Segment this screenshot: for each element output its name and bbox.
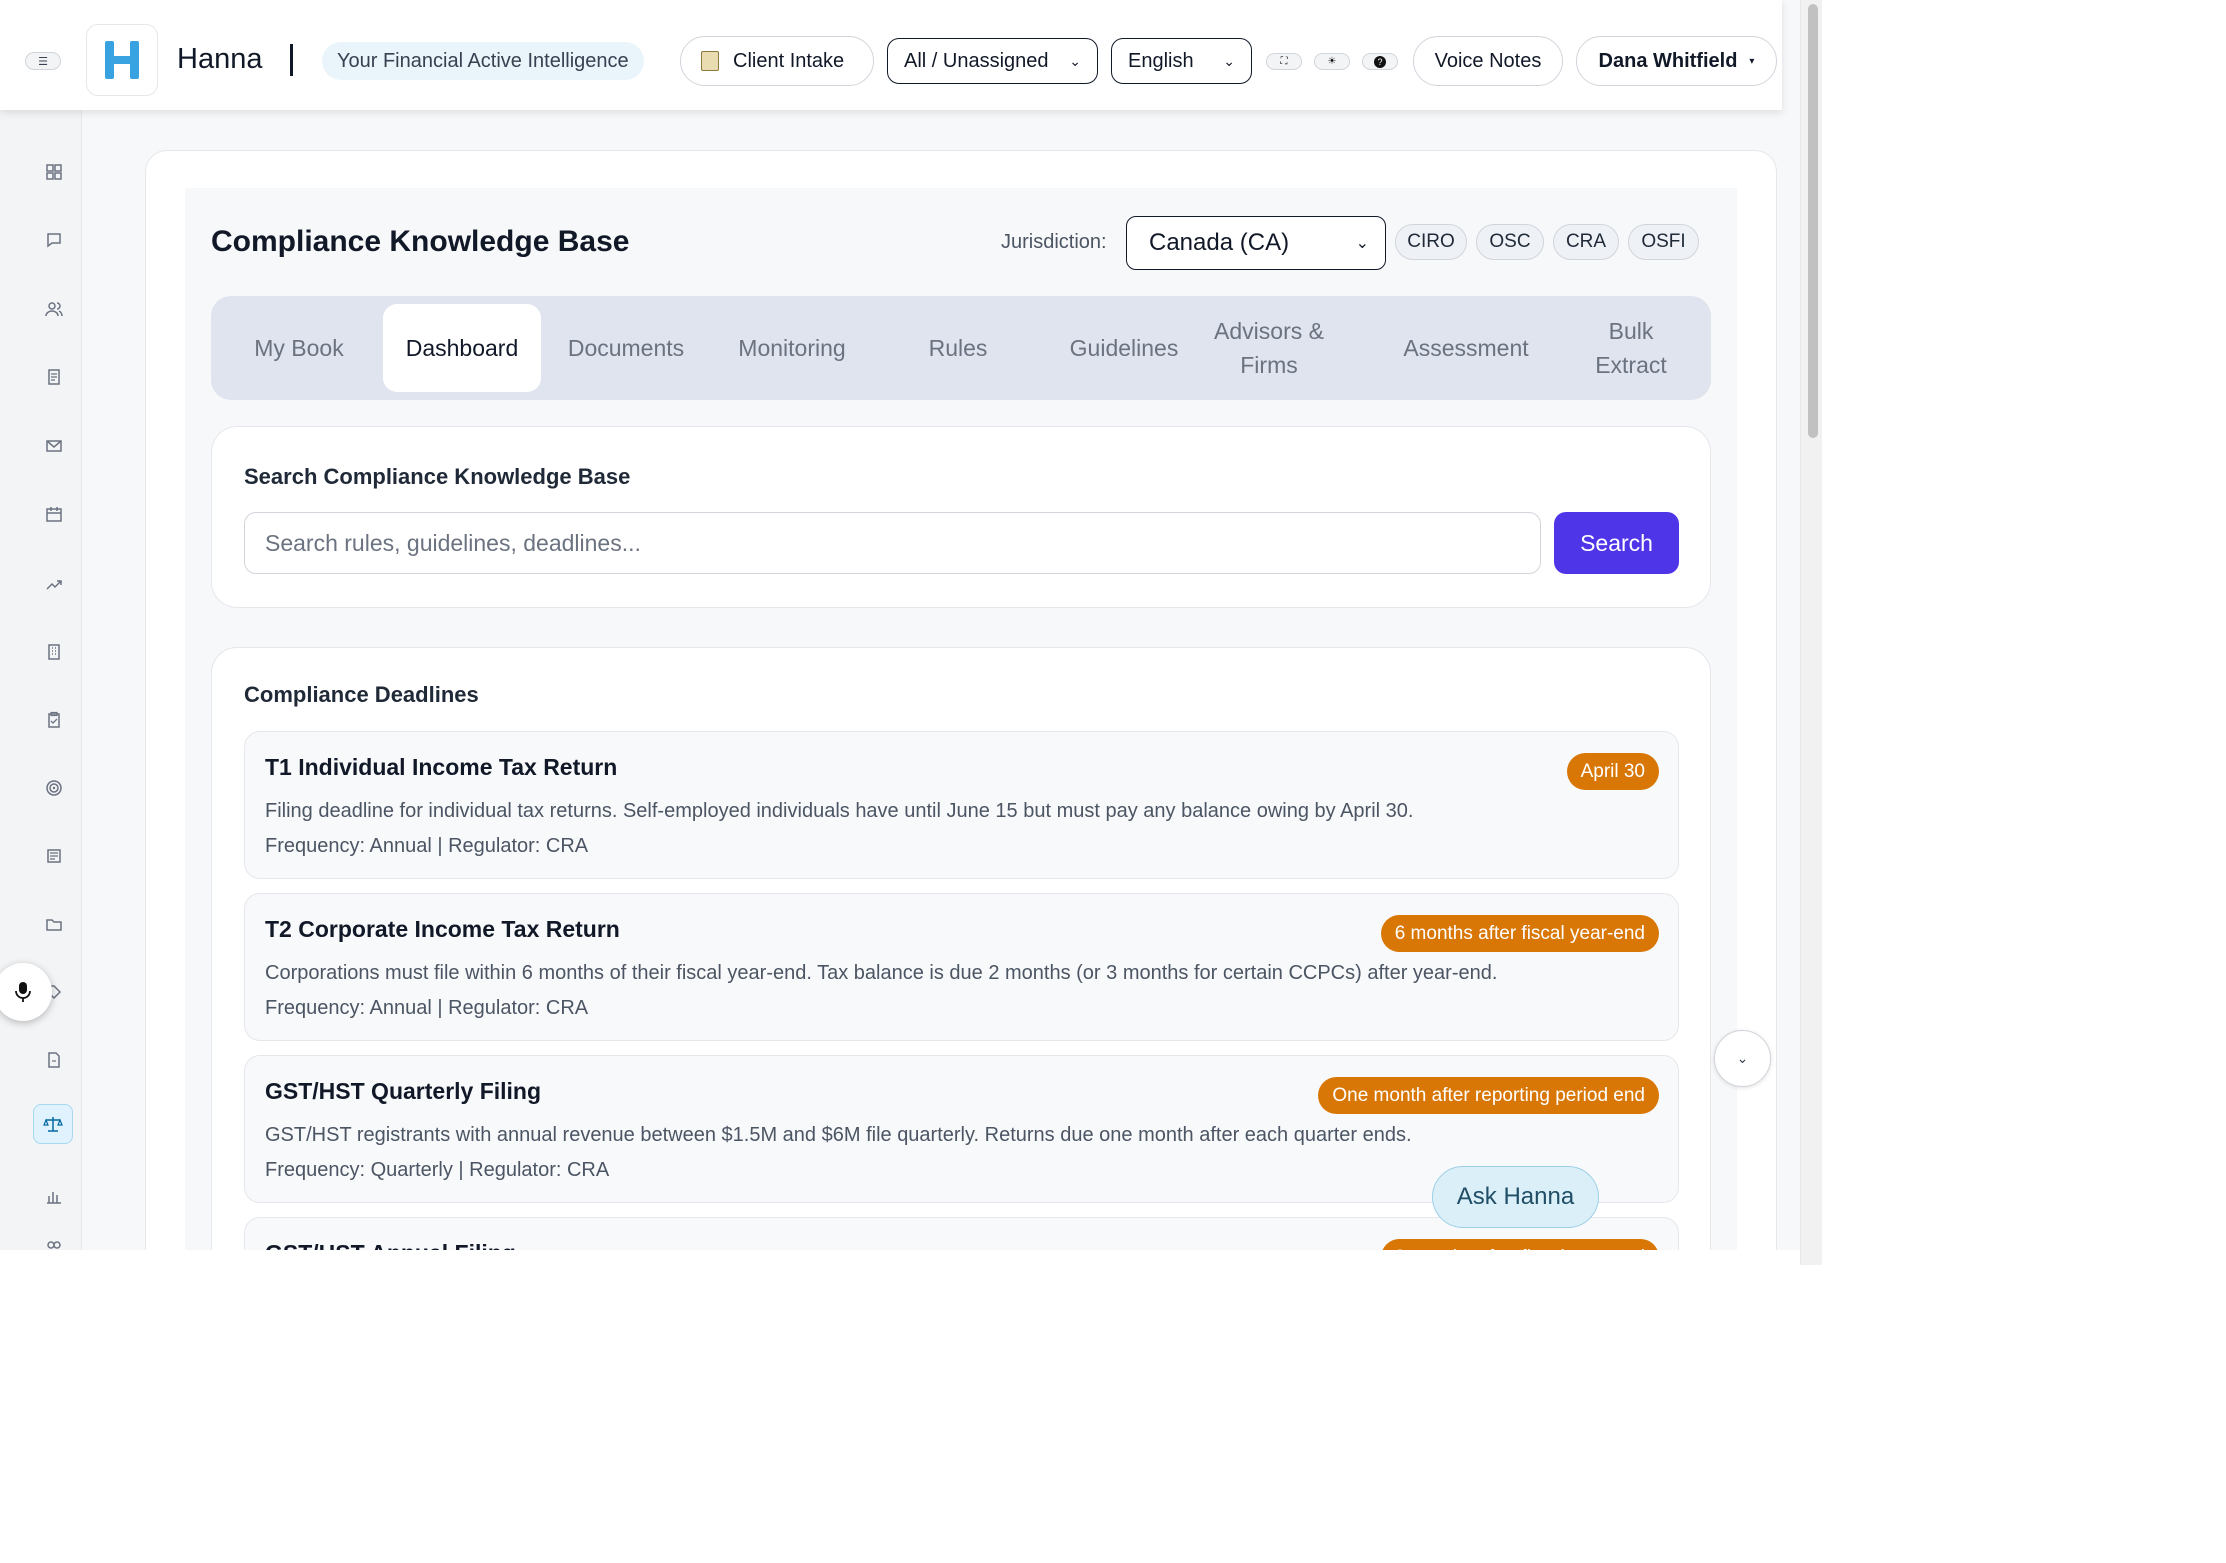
deadline-badge: April 30	[1566, 753, 1659, 790]
deadline-description: GST/HST registrants with annual revenue …	[265, 1124, 1412, 1146]
chat-icon[interactable]	[40, 226, 68, 254]
jurisdiction-label: Jurisdiction:	[1001, 231, 1107, 253]
file-icon[interactable]	[40, 1046, 68, 1074]
regulator-pill-ciro[interactable]: CIRO	[1395, 224, 1467, 260]
deadline-meta: Frequency: Annual | Regulator: CRA	[265, 997, 589, 1019]
scale-icon[interactable]	[33, 1104, 73, 1144]
scroll-down-button[interactable]: ⌄	[1714, 1030, 1771, 1087]
regulator-pill-osfi[interactable]: OSFI	[1628, 224, 1699, 260]
search-button[interactable]: Search	[1554, 512, 1679, 574]
deadline-title: T1 Individual Income Tax Return	[265, 754, 618, 780]
fullscreen-icon[interactable]: ⛶	[1266, 53, 1302, 70]
client-intake-label: Client Intake	[733, 49, 845, 72]
user-name: Dana Whitfield	[1598, 49, 1738, 72]
assignment-select-value: All / Unassigned	[904, 49, 1049, 72]
search-section-title: Search Compliance Knowledge Base	[244, 464, 631, 489]
tab-documents[interactable]: Documents	[545, 304, 707, 392]
page-title: Compliance Knowledge Base	[211, 225, 630, 258]
tab-advisors-firms[interactable]: Advisors & Firms	[1209, 304, 1329, 392]
deadline-title: GST/HST Annual Filing	[265, 1240, 516, 1250]
newspaper-icon[interactable]	[40, 842, 68, 870]
folder-icon[interactable]	[40, 910, 68, 938]
menu-toggle-icon[interactable]: ☰	[25, 52, 61, 70]
tab-rules[interactable]: Rules	[877, 304, 1039, 392]
brand-name: Hanna	[177, 43, 263, 75]
notepad-icon	[701, 51, 719, 71]
users-partial-icon[interactable]	[40, 1240, 68, 1250]
building-icon[interactable]	[40, 638, 68, 666]
target-icon[interactable]	[40, 774, 68, 802]
deadline-meta: Frequency: Quarterly | Regulator: CRA	[265, 1159, 610, 1181]
deadline-description: Filing deadline for individual tax retur…	[265, 800, 1414, 822]
bar-chart-icon[interactable]	[40, 1182, 68, 1210]
tab-my-book[interactable]: My Book	[219, 304, 379, 392]
regulator-pill-osc[interactable]: OSC	[1476, 224, 1544, 260]
tab-bulk-extract[interactable]: Bulk Extract	[1571, 304, 1691, 392]
help-icon[interactable]: ?	[1362, 53, 1398, 70]
deadline-title: T2 Corporate Income Tax Return	[265, 916, 620, 942]
top-header: ☰ Hanna Your Financial Active Intelligen…	[0, 0, 1782, 110]
users-icon[interactable]	[40, 295, 68, 323]
search-input[interactable]: Search rules, guidelines, deadlines...	[244, 512, 1541, 574]
regulator-pill-cra[interactable]: CRA	[1553, 224, 1619, 260]
deadline-item[interactable]: T2 Corporate Income Tax Return 6 months …	[244, 893, 1679, 1041]
tab-monitoring[interactable]: Monitoring	[711, 304, 873, 392]
brand-divider	[290, 44, 293, 76]
tab-assessment[interactable]: Assessment	[1381, 304, 1551, 392]
deadline-meta: Frequency: Annual | Regulator: CRA	[265, 835, 589, 857]
hanna-logo[interactable]	[86, 24, 158, 96]
scrollbar-thumb[interactable]	[1808, 4, 1818, 438]
voice-notes-button[interactable]: Voice Notes	[1413, 36, 1563, 86]
voice-notes-label: Voice Notes	[1434, 49, 1542, 72]
mail-icon[interactable]	[40, 432, 68, 460]
chevron-down-icon: ⌄	[1069, 52, 1081, 69]
deadline-badge: One month after reporting period end	[1318, 1077, 1659, 1114]
chevron-down-icon: ⌄	[1355, 235, 1369, 252]
microphone-icon	[15, 982, 31, 1002]
language-select[interactable]: English ⌄	[1111, 38, 1252, 84]
deadline-title: GST/HST Quarterly Filing	[265, 1078, 542, 1104]
clipboard-icon[interactable]	[40, 706, 68, 734]
theme-toggle-icon[interactable]: ☀	[1314, 53, 1350, 70]
tab-guidelines[interactable]: Guidelines	[1043, 304, 1205, 392]
caret-down-icon: ▾	[1749, 55, 1755, 67]
document-icon[interactable]	[40, 363, 68, 391]
tab-bar: My Book Dashboard Documents Monitoring R…	[211, 296, 1711, 400]
user-menu-button[interactable]: Dana Whitfield ▾	[1576, 36, 1777, 86]
sidebar	[0, 110, 82, 1250]
tagline-badge: Your Financial Active Intelligence	[322, 42, 644, 80]
assignment-select[interactable]: All / Unassigned ⌄	[887, 38, 1098, 84]
deadlines-section-title: Compliance Deadlines	[244, 682, 479, 707]
deadline-badge: 3 months after fiscal year-end	[1380, 1239, 1659, 1250]
jurisdiction-select[interactable]: Canada (CA) ⌄	[1126, 216, 1386, 270]
deadline-badge: 6 months after fiscal year-end	[1380, 915, 1659, 952]
client-intake-button[interactable]: Client Intake	[680, 36, 874, 86]
deadline-description: Corporations must file within 6 months o…	[265, 962, 1498, 984]
logo-h-icon	[105, 41, 139, 79]
calendar-icon[interactable]	[40, 500, 68, 528]
deadline-item[interactable]: T1 Individual Income Tax Return April 30…	[244, 731, 1679, 879]
chevron-down-icon: ⌄	[1223, 52, 1235, 69]
dashboard-icon[interactable]	[40, 158, 68, 186]
trending-icon[interactable]	[40, 570, 68, 598]
tab-dashboard[interactable]: Dashboard	[383, 304, 541, 392]
chevron-down-icon: ⌄	[1736, 1050, 1749, 1066]
language-select-value: English	[1128, 49, 1194, 72]
jurisdiction-select-value: Canada (CA)	[1149, 229, 1290, 256]
app-viewport: ☰ Hanna Your Financial Active Intelligen…	[0, 0, 1800, 1250]
ask-hanna-button[interactable]: Ask Hanna	[1432, 1166, 1599, 1228]
